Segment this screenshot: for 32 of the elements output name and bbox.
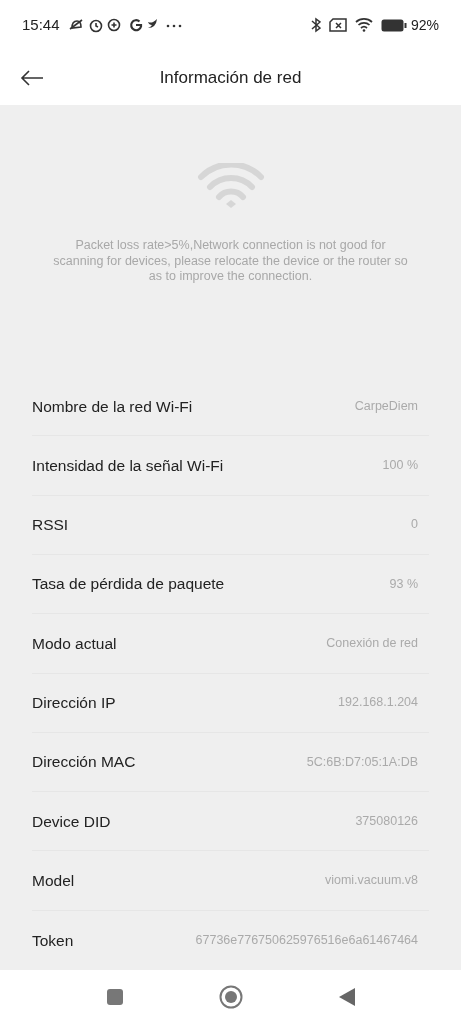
row-value: Conexión de red [326, 635, 418, 652]
wifi-icon [354, 18, 373, 32]
row-label: Dirección MAC [32, 752, 136, 773]
row-value: viomi.vacuum.v8 [324, 872, 418, 890]
row-label: Tasa de pérdida de paquete [32, 574, 225, 595]
sim-icon [328, 18, 347, 32]
bluetooth-icon [310, 17, 321, 33]
row-label: Modo actual [32, 633, 117, 654]
back-nav-button[interactable] [337, 987, 356, 1007]
recents-button[interactable] [105, 988, 124, 1006]
row-label: Model [32, 870, 75, 891]
row-value: 100 % [382, 457, 418, 475]
home-button[interactable] [218, 985, 243, 1009]
row-label: Dirección IP [32, 693, 116, 714]
row-value: 192.168.1.204 [338, 694, 418, 712]
row-value: 67736e776750625976516e6a61467464 [195, 931, 418, 949]
battery-icon [380, 18, 407, 32]
warning-message: Packet loss rate>5%,Network connection is not good for scanning for devices, please relocate the device or the router so as to improve the connection. [52, 238, 409, 285]
row-value: 5C:6B:D7:05:1A:DB [306, 753, 418, 771]
page-title: Información de red [158, 66, 303, 89]
row-label: Token [32, 930, 74, 951]
row-value: 93 % [389, 575, 418, 593]
row-label: Device DID [32, 811, 111, 832]
status-time: 15:44 [22, 14, 60, 35]
row-value: 375080126 [355, 812, 418, 830]
wifi-icon [196, 163, 265, 211]
battery-percent: 92% [410, 15, 439, 35]
row-label: RSSI [32, 515, 69, 536]
row-label: Nombre de la red Wi-Fi [32, 396, 193, 417]
row-value: 0 [411, 516, 418, 534]
row-label: Intensidad de la señal Wi-Fi [32, 455, 224, 476]
row-value: CarpeDiem [354, 397, 418, 415]
